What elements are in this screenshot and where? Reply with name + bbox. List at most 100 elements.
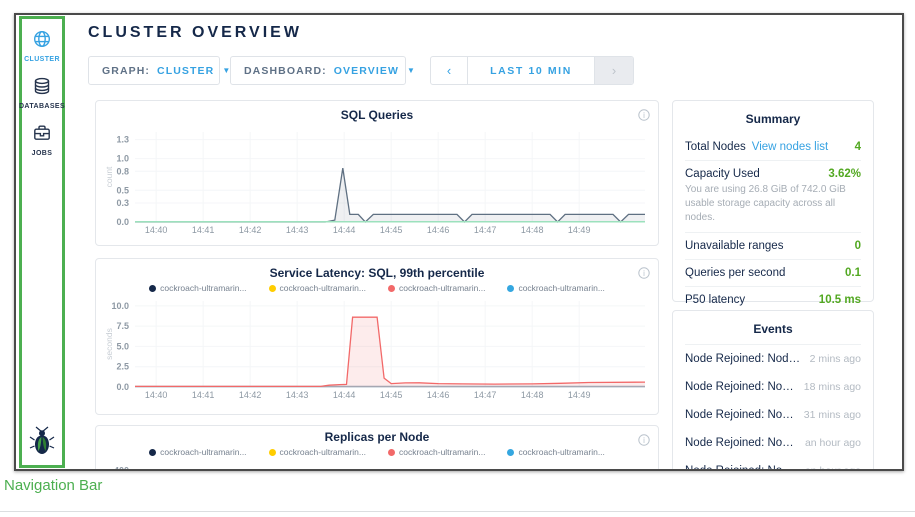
svg-text:14:48: 14:48 — [521, 225, 544, 235]
legend-item[interactable]: cockroach-ultramarin... — [269, 283, 366, 293]
summary-row: Queries per second 0.1 — [685, 259, 861, 286]
svg-text:14:45: 14:45 — [380, 225, 403, 235]
svg-text:0.0: 0.0 — [116, 382, 129, 392]
time-range-next-button[interactable]: › — [595, 57, 633, 84]
event-row[interactable]: Node Rejoined: Node 3 rej... 18 mins ago — [685, 373, 861, 401]
graph-dropdown-label: GRAPH: — [102, 65, 150, 77]
legend-dot-icon — [507, 285, 514, 292]
event-title: Node Rejoined: Node 3 rej... — [685, 381, 796, 393]
event-title: Node Rejoined: Node 4 rej... — [685, 465, 797, 471]
svg-text:14:44: 14:44 — [333, 225, 356, 235]
legend: cockroach-ultramarin... cockroach-ultrama… — [96, 283, 658, 293]
svg-text:400: 400 — [114, 465, 129, 471]
chart-card-sql-queries: SQL Queries i 0.00.30.50.81.01.314:4014:… — [95, 100, 659, 246]
graph-dropdown[interactable]: GRAPH: CLUSTER ▼ — [88, 56, 220, 85]
time-range-prev-button[interactable]: ‹ — [431, 57, 467, 84]
svg-text:14:40: 14:40 — [145, 225, 168, 235]
legend-label: cockroach-ultramarin... — [399, 447, 485, 457]
navigation-sidebar: CLUSTER DATABASES — [22, 19, 62, 465]
legend-label: cockroach-ultramarin... — [160, 447, 246, 457]
svg-text:14:45: 14:45 — [380, 390, 403, 400]
svg-text:14:44: 14:44 — [333, 390, 356, 400]
svg-text:1.3: 1.3 — [116, 135, 129, 145]
database-icon — [32, 76, 52, 96]
view-nodes-link[interactable]: View nodes list — [752, 141, 829, 153]
time-range-label[interactable]: LAST 10 MIN — [467, 57, 595, 84]
svg-text:0.8: 0.8 — [116, 166, 129, 176]
globe-icon — [32, 29, 52, 49]
info-icon[interactable]: i — [638, 433, 650, 451]
legend-label: cockroach-ultramarin... — [518, 447, 604, 457]
summary-label: Total Nodes — [685, 141, 746, 153]
legend-dot-icon — [388, 449, 395, 456]
summary-label: Unavailable ranges — [685, 240, 783, 252]
svg-text:14:41: 14:41 — [192, 390, 215, 400]
sidebar-item-databases[interactable]: DATABASES — [19, 76, 65, 110]
dashboard-dropdown-value: OVERVIEW — [334, 65, 399, 77]
event-title: Node Rejoined: Node 4 rej... — [685, 353, 802, 365]
info-icon[interactable]: i — [638, 266, 650, 284]
summary-card: Summary Total Nodes View nodes list 4 Ca… — [672, 100, 874, 302]
info-icon[interactable]: i — [638, 108, 650, 126]
svg-text:0.5: 0.5 — [116, 185, 129, 195]
legend-dot-icon — [269, 449, 276, 456]
legend-item[interactable]: cockroach-ultramarin... — [388, 283, 485, 293]
event-time: 2 mins ago — [810, 353, 861, 365]
summary-row: Unavailable ranges 0 — [685, 232, 861, 259]
card-title: Summary — [685, 109, 861, 134]
summary-value: 4 — [855, 141, 861, 153]
dashboard-dropdown-label: DASHBOARD: — [244, 65, 327, 77]
event-row[interactable]: Node Rejoined: Node 1 rej... an hour ago — [685, 429, 861, 457]
svg-text:i: i — [643, 436, 645, 445]
chart-title: Replicas per Node — [96, 426, 658, 444]
legend-item[interactable]: cockroach-ultramarin... — [149, 283, 246, 293]
svg-text:i: i — [643, 269, 645, 278]
caret-down-icon: ▼ — [407, 66, 416, 75]
svg-text:1.0: 1.0 — [116, 154, 129, 164]
annotation-label: Navigation Bar — [4, 477, 102, 494]
app-window: CLUSTER DATABASES — [14, 13, 904, 471]
graph-dropdown-value: CLUSTER — [157, 65, 214, 77]
svg-text:14:42: 14:42 — [239, 390, 262, 400]
event-time: 31 mins ago — [804, 409, 861, 421]
events-list: Node Rejoined: Node 4 rej... 2 mins ago … — [685, 344, 861, 471]
event-time: an hour ago — [805, 465, 861, 471]
event-time: an hour ago — [805, 437, 861, 449]
svg-text:14:41: 14:41 — [192, 225, 215, 235]
sidebar-item-cluster[interactable]: CLUSTER — [24, 29, 60, 63]
svg-text:i: i — [643, 111, 645, 120]
dashboard-dropdown[interactable]: DASHBOARD: OVERVIEW ▼ — [230, 56, 406, 85]
svg-text:14:43: 14:43 — [286, 390, 309, 400]
legend-item[interactable]: cockroach-ultramarin... — [507, 283, 604, 293]
legend-item[interactable]: cockroach-ultramarin... — [388, 447, 485, 457]
summary-value: 0.1 — [845, 267, 861, 279]
summary-row: Total Nodes View nodes list 4 — [685, 134, 861, 160]
legend-item[interactable]: cockroach-ultramarin... — [149, 447, 246, 457]
event-row[interactable]: Node Rejoined: Node 4 rej... 2 mins ago — [685, 345, 861, 373]
replicas-per-node-plot: 400 — [103, 459, 651, 471]
legend-dot-icon — [149, 285, 156, 292]
page-title: CLUSTER OVERVIEW — [88, 24, 302, 42]
summary-row: P50 latency 10.5 ms — [685, 286, 861, 313]
chart-card-replicas-per-node: Replicas per Node i cockroach-ultramarin… — [95, 425, 659, 471]
svg-text:2.5: 2.5 — [116, 362, 129, 372]
sidebar-item-jobs[interactable]: JOBS — [32, 123, 53, 157]
legend-label: cockroach-ultramarin... — [518, 283, 604, 293]
svg-text:14:43: 14:43 — [286, 225, 309, 235]
controls-bar: GRAPH: CLUSTER ▼ DASHBOARD: OVERVIEW ▼ ‹… — [88, 56, 634, 85]
sidebar-item-label: CLUSTER — [24, 56, 60, 63]
summary-value: 10.5 ms — [819, 294, 861, 306]
legend-item[interactable]: cockroach-ultramarin... — [507, 447, 604, 457]
summary-value: 0 — [855, 240, 861, 252]
svg-text:count: count — [104, 166, 114, 187]
svg-text:14:49: 14:49 — [568, 225, 591, 235]
event-title: Node Rejoined: Node 2 rej... — [685, 409, 796, 421]
legend-label: cockroach-ultramarin... — [160, 283, 246, 293]
legend-dot-icon — [149, 449, 156, 456]
event-row[interactable]: Node Rejoined: Node 2 rej... 31 mins ago — [685, 401, 861, 429]
event-row[interactable]: Node Rejoined: Node 4 rej... an hour ago — [685, 457, 861, 471]
svg-text:7.5: 7.5 — [116, 321, 129, 331]
summary-label: Queries per second — [685, 267, 785, 279]
legend-item[interactable]: cockroach-ultramarin... — [269, 447, 366, 457]
legend-dot-icon — [269, 285, 276, 292]
